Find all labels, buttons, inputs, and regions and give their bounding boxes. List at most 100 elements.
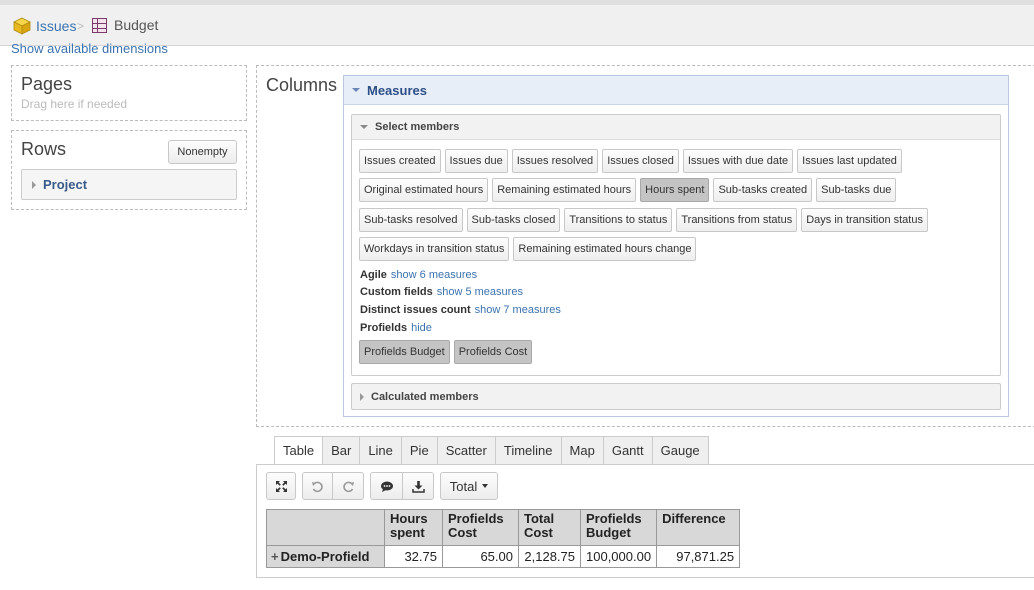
row-header-demo-profield[interactable]: + Demo-Profield [266, 545, 385, 568]
table-cell: 100,000.00 [579, 545, 658, 568]
member-chip[interactable]: Issues closed [602, 149, 679, 173]
header-line: Cost [524, 525, 553, 540]
columns-drop-area[interactable]: Columns Measures Select members Issues c… [256, 65, 1034, 427]
redo-button[interactable] [332, 472, 364, 500]
dimension-label: Project [43, 177, 88, 192]
member-chip[interactable]: Remaining estimated hours change [513, 237, 697, 261]
tab-pie[interactable]: Pie [400, 436, 437, 465]
member-chip-row: Workdays in transition status Remaining … [359, 237, 697, 261]
member-chip[interactable]: Issues resolved [511, 149, 599, 173]
top-bar: Issues > Budget [0, 0, 1034, 46]
pages-drop-area[interactable]: Pages Drag here if needed [11, 65, 247, 121]
pages-hint: Drag here if needed [21, 97, 128, 111]
group-name: Agile [360, 269, 387, 281]
expand-triangle-icon[interactable] [32, 180, 36, 189]
header-line: Cost [448, 525, 477, 540]
member-chip[interactable]: Workdays in transition status [359, 237, 510, 261]
column-header-profields-cost[interactable]: Profields Cost [442, 509, 519, 546]
breadcrumb-budget[interactable]: Budget [92, 17, 158, 33]
select-members-header[interactable]: Select members [352, 115, 1000, 140]
caret-down-icon [482, 484, 489, 488]
measure-group-distinct-issues: Distinct issues count show 7 measures [360, 304, 561, 316]
expand-plus-icon[interactable]: + [271, 549, 279, 564]
member-chip-selected[interactable]: Profields Budget [359, 340, 450, 364]
member-chip[interactable]: Original estimated hours [359, 178, 489, 202]
tab-bar[interactable]: Bar [322, 436, 360, 465]
member-chip[interactable]: Transitions to status [564, 208, 673, 232]
member-chip-row: Sub-tasks resolved Sub-tasks closed Tran… [359, 208, 928, 232]
redo-icon [342, 481, 354, 492]
group-toggle-link[interactable]: hide [411, 322, 432, 334]
member-chip[interactable]: Sub-tasks due [816, 178, 897, 202]
header-line: Difference [662, 511, 726, 526]
header-line: Total [524, 511, 555, 526]
total-dropdown[interactable]: Total [440, 472, 498, 500]
breadcrumb-issues[interactable]: Issues [13, 17, 76, 35]
member-chip[interactable]: Issues created [359, 149, 441, 173]
breadcrumb-budget-label: Budget [114, 17, 159, 33]
fullscreen-button[interactable] [266, 472, 296, 500]
tab-map[interactable]: Map [560, 436, 603, 465]
header-line: Budget [586, 525, 631, 540]
cube-icon [13, 17, 31, 35]
column-header-total-cost[interactable]: Total Cost [518, 509, 581, 546]
tab-scatter[interactable]: Scatter [436, 436, 495, 465]
header-line: spent [390, 525, 425, 540]
header-line: Profields [448, 511, 504, 526]
results-table: Hours spent Profields Cost Total Cost Profi… [266, 509, 741, 568]
export-button[interactable] [402, 472, 434, 500]
rows-drop-area[interactable]: Rows Nonempty Project [11, 130, 247, 210]
member-chip[interactable]: Transitions from status [676, 208, 798, 232]
member-chip[interactable]: Sub-tasks created [713, 178, 813, 202]
undo-icon [312, 481, 323, 492]
group-toggle-link[interactable]: show 5 measures [437, 286, 523, 298]
member-chip[interactable]: Days in transition status [801, 208, 928, 232]
measure-group-custom-fields: Custom fields show 5 measures [360, 286, 523, 298]
tab-line[interactable]: Line [359, 436, 401, 465]
tab-timeline[interactable]: Timeline [494, 436, 561, 465]
columns-title: Columns [266, 75, 338, 95]
expand-triangle-icon[interactable] [360, 392, 364, 401]
show-available-dimensions-link[interactable]: Show available dimensions [11, 41, 168, 56]
member-chip-row: Original estimated hours Remaining estim… [359, 178, 897, 202]
measures-panel: Measures Select members Issues created I… [343, 75, 1009, 417]
member-chip[interactable]: Issues last updated [797, 149, 902, 173]
comment-button[interactable] [370, 472, 403, 500]
column-header-profields-budget[interactable]: Profields Budget [579, 509, 658, 546]
header-line: Profields [586, 511, 642, 526]
group-name: Profields [360, 322, 408, 334]
member-chip[interactable]: Issues with due date [682, 149, 794, 173]
collapse-triangle-icon[interactable] [352, 88, 360, 92]
group-toggle-link[interactable]: show 7 measures [475, 304, 561, 316]
undo-button[interactable] [302, 472, 333, 500]
tab-gantt[interactable]: Gantt [602, 436, 652, 465]
nonempty-button[interactable]: Nonempty [168, 140, 237, 164]
comment-icon [380, 481, 393, 492]
corner-header-cell [266, 509, 385, 546]
calculated-members-title: Calculated members [371, 390, 479, 403]
rows-dimension-project[interactable]: Project [21, 169, 237, 200]
download-icon [411, 480, 425, 493]
group-toggle-link[interactable]: show 6 measures [391, 269, 477, 281]
calculated-members-header[interactable]: Calculated members [351, 383, 1001, 410]
member-chip[interactable]: Sub-tasks resolved [359, 208, 463, 232]
member-chip[interactable]: Remaining estimated hours [492, 178, 637, 202]
member-chip-selected[interactable]: Profields Cost [453, 340, 533, 364]
measures-title: Measures [367, 82, 427, 98]
select-members-panel: Select members Issues created Issues due… [351, 114, 1001, 376]
member-chip-selected[interactable]: Hours spent [640, 178, 710, 202]
report-grid-icon [92, 17, 107, 33]
tab-table[interactable]: Table [274, 436, 323, 465]
column-header-difference[interactable]: Difference [656, 509, 741, 546]
view-tabs: Table Bar Line Pie Scatter Timeline Map … [274, 436, 709, 465]
pages-title: Pages [21, 74, 73, 94]
measures-header[interactable]: Measures [344, 76, 1008, 105]
row-label: Demo-Profield [280, 549, 370, 564]
column-header-hours-spent[interactable]: Hours spent [384, 509, 443, 546]
tab-gauge[interactable]: Gauge [651, 436, 709, 465]
total-dropdown-label: Total [449, 478, 478, 494]
expand-arrows-icon [275, 480, 287, 492]
collapse-triangle-icon[interactable] [360, 125, 368, 129]
member-chip[interactable]: Issues due [444, 149, 508, 173]
member-chip[interactable]: Sub-tasks closed [466, 208, 561, 232]
